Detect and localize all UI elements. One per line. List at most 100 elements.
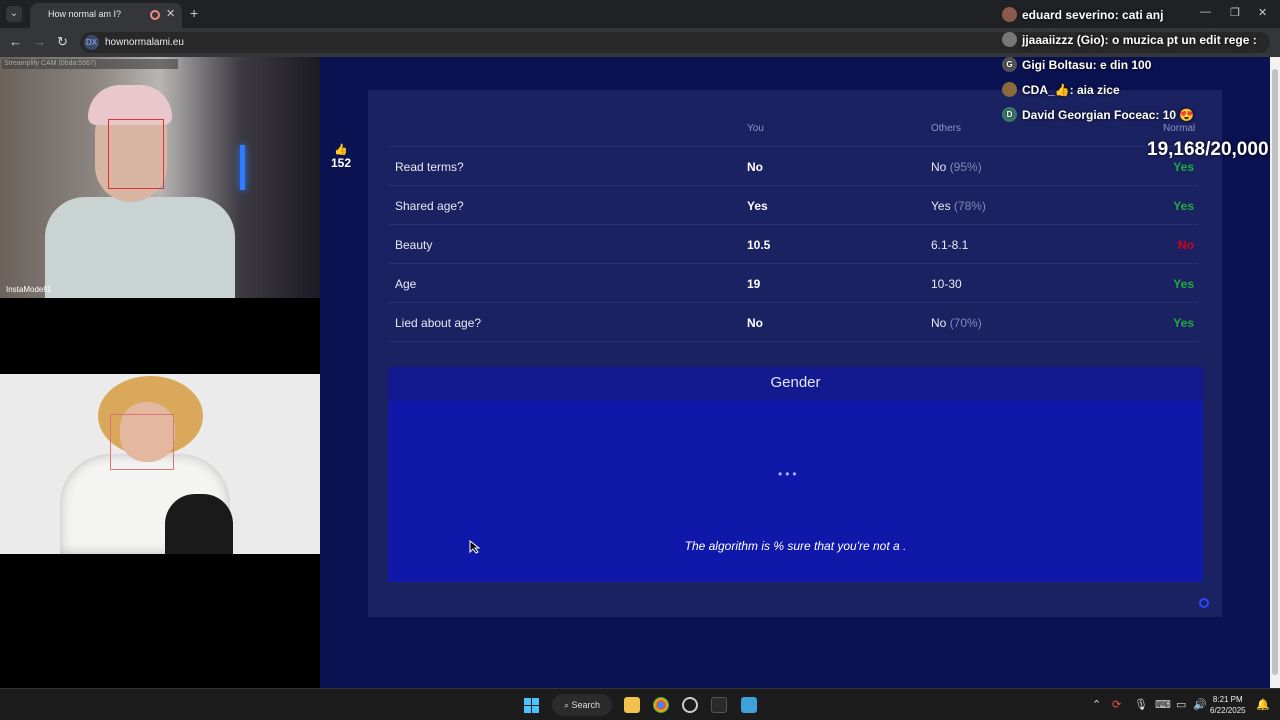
table-divider <box>388 341 1198 342</box>
taskbar-search-label: Search <box>571 700 601 710</box>
keyboard-icon[interactable]: ⌨ <box>1155 698 1171 711</box>
clock[interactable]: 8:21 PM 6/22/2025 <box>1210 694 1246 716</box>
row-others-value: 6.1-8.1 <box>931 238 968 252</box>
algorithm-text: The algorithm is % sure that you're not … <box>684 539 907 553</box>
chat-message: CDA_👍: aia zice <box>1001 81 1280 106</box>
others-percent: (78%) <box>953 199 986 213</box>
chat-text: aia zice <box>1076 83 1120 97</box>
loading-dots: ••• <box>778 467 800 481</box>
close-tab-icon[interactable]: ✕ <box>166 7 175 20</box>
chrome-icon[interactable] <box>653 697 669 713</box>
windows-start-icon[interactable] <box>524 698 539 713</box>
chat-text: o muzica pt un edit rege : <box>1112 33 1257 47</box>
chat-avatar <box>1002 32 1017 47</box>
table-row: Shared age? Yes Yes (78%) Yes <box>388 185 1198 224</box>
tab-active[interactable]: How normal am I? ✕ <box>30 3 182 28</box>
volume-icon[interactable]: 🔊 <box>1193 698 1207 711</box>
row-you-value: No <box>747 160 763 174</box>
row-you-value: Yes <box>747 199 768 213</box>
spinner-icon <box>1199 598 1209 608</box>
chat-line: David Georgian Foceac: 10 😍 <box>1022 108 1194 122</box>
table-row: Lied about age? No No (70%) Yes <box>388 302 1198 341</box>
streamer-shirt <box>45 197 235 298</box>
url-text: hownormalami.eu <box>105 37 184 48</box>
tray-overflow-icon[interactable]: ⌃ <box>1092 698 1101 711</box>
network-icon[interactable]: ▭ <box>1176 698 1186 711</box>
gender-title: Gender <box>388 367 1203 401</box>
chat-avatar: D <box>1002 107 1017 122</box>
file-explorer-icon[interactable] <box>624 697 640 713</box>
app-icon[interactable] <box>682 697 698 713</box>
sync-icon[interactable]: ⟳ <box>1112 698 1121 711</box>
table-row: Beauty 10.5 6.1-8.1 No <box>388 224 1198 263</box>
chat-message: G Gigi Boltasu: e din 100 <box>1001 56 1280 81</box>
chat-avatar <box>1002 82 1017 97</box>
like-button[interactable]: 👍 152 <box>328 143 354 170</box>
taskbar-search[interactable]: ⌕ Search <box>552 694 612 716</box>
others-value: No <box>931 160 947 174</box>
table-row: Age 19 10-30 Yes <box>388 263 1198 302</box>
others-value: Yes <box>931 199 951 213</box>
row-you-value: No <box>747 316 763 330</box>
chat-line: CDA_👍: aia zice <box>1022 83 1120 97</box>
mouse-cursor-icon <box>469 540 481 554</box>
viewer-goal-counter: 19,168/20,000 <box>1147 139 1269 160</box>
webcam-image <box>0 374 320 554</box>
dog <box>165 494 233 554</box>
chat-username: eduard severino: <box>1022 8 1119 22</box>
header-others: Others <box>931 123 962 134</box>
taskbar: ⌕ Search ⌃ ⟳ 🎙 ⌨ ▭ 🔊 8:21 PM 6/22/2025 🔔 <box>0 688 1280 720</box>
chat-avatar: G <box>1002 57 1017 72</box>
new-tab-icon[interactable]: + <box>190 5 198 21</box>
others-percent: (70%) <box>949 316 982 330</box>
scrollbar-thumb[interactable] <box>1272 69 1278 675</box>
back-icon[interactable]: ← <box>9 34 22 49</box>
table-row: Read terms? No No (95%) Yes <box>388 146 1198 185</box>
row-others-value: Yes (78%) <box>931 199 986 213</box>
forward-icon[interactable]: → <box>33 34 46 49</box>
terminal-icon[interactable] <box>711 697 727 713</box>
chat-line: eduard severino: cati anj <box>1022 8 1163 22</box>
row-others-value: No (95%) <box>931 160 982 174</box>
row-question: Lied about age? <box>395 316 482 330</box>
row-normal-value: Yes <box>1173 160 1194 174</box>
chat-message: jjaaaiizzz (Gio): o muzica pt un edit re… <box>1001 31 1280 56</box>
others-value: 6.1-8.1 <box>931 238 969 252</box>
chat-message: D David Georgian Foceac: 10 😍 <box>1001 106 1280 131</box>
chat-line: Gigi Boltasu: e din 100 <box>1022 58 1151 72</box>
chat-message: eduard severino: cati anj <box>1001 6 1280 31</box>
row-others-value: No (70%) <box>931 316 982 330</box>
webcam-streamer: Streamplify CAM (0bda:5567) InstaModell1 <box>0 57 320 298</box>
row-question: Age <box>395 277 417 291</box>
chat-line: jjaaaiizzz (Gio): o muzica pt un edit re… <box>1022 33 1257 47</box>
row-question: Beauty <box>395 238 433 252</box>
row-you-value: 19 <box>747 277 761 291</box>
camera-source-label: Streamplify CAM (0bda:5567) <box>2 59 178 69</box>
row-question: Shared age? <box>395 199 464 213</box>
like-count: 152 <box>330 156 352 170</box>
overlay-gap <box>0 298 320 374</box>
row-normal-value: No <box>1178 238 1194 252</box>
reload-icon[interactable]: ↻ <box>57 34 68 50</box>
site-info-icon[interactable]: DX <box>84 35 99 50</box>
others-value: No <box>931 316 947 330</box>
chat-text: 10 😍 <box>1162 108 1195 122</box>
face-detection-box-2 <box>110 414 174 470</box>
face-detection-box <box>108 119 164 189</box>
chat-text: cati anj <box>1122 8 1164 22</box>
notepad-icon[interactable] <box>741 697 757 713</box>
tab-title: How normal am I? <box>48 9 122 19</box>
chat-avatar <box>1002 7 1017 22</box>
others-percent: (95%) <box>949 160 982 174</box>
microphone-icon[interactable]: 🎙 <box>1134 698 1148 711</box>
others-value: 10-30 <box>931 277 962 291</box>
chat-text: e din 100 <box>1100 58 1152 72</box>
row-normal-value: Yes <box>1173 199 1194 213</box>
chat-username: David Georgian Foceac: <box>1022 108 1160 122</box>
row-normal-value: Yes <box>1173 277 1194 291</box>
row-others-value: 10-30 <box>931 277 962 291</box>
tab-search-icon[interactable]: ⌄ <box>6 6 22 22</box>
notification-icon[interactable]: 🔔 <box>1256 698 1270 711</box>
thumbs-up-icon: 👍 <box>334 144 348 156</box>
scrollbar[interactable] <box>1270 57 1280 688</box>
